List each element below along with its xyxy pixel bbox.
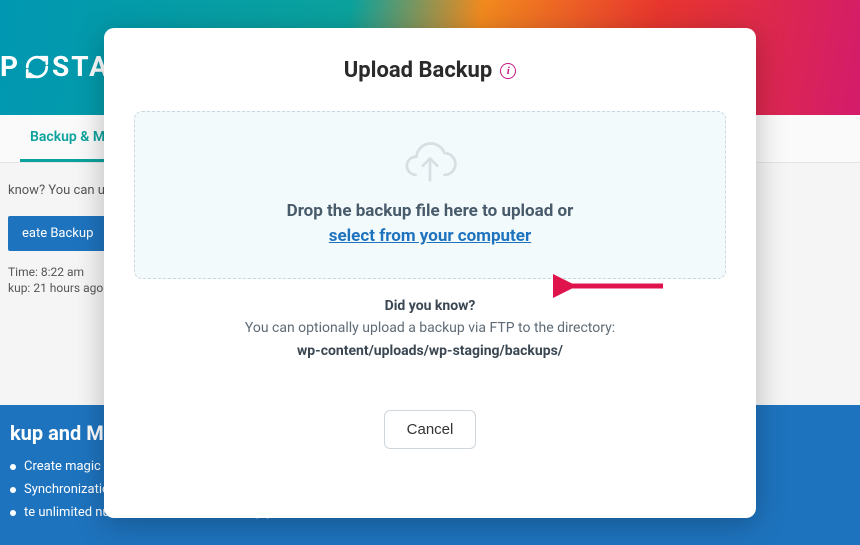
backup-label: kup: [8,281,30,295]
upload-backup-modal: Upload Backup i Drop the backup file her… [104,28,756,518]
refresh-icon [24,54,50,80]
hint-block: Did you know? You can optionally upload … [245,295,615,362]
hint-question: Did you know? [245,295,615,317]
hint-path: wp-content/uploads/wp-staging/backups/ [245,340,615,362]
create-backup-button[interactable]: eate Backup [8,216,107,251]
cloud-upload-icon [401,141,459,187]
backup-value: 21 hours ago ( [33,281,110,295]
modal-title-row: Upload Backup i [344,58,516,83]
logo-letter-p: P [0,50,20,83]
hint-line: You can optionally upload a backup via F… [245,317,615,339]
drop-text-prefix: Drop the backup file here to upload or [287,201,574,221]
logo-text-suffix: STA [52,50,110,83]
info-icon[interactable]: i [500,63,516,79]
upload-dropzone[interactable]: Drop the backup file here to upload or s… [134,111,726,279]
app-logo: P STA [0,50,110,83]
drop-text: Drop the backup file here to upload or s… [287,199,574,250]
cancel-button[interactable]: Cancel [384,410,477,449]
modal-title: Upload Backup [344,58,492,83]
time-value: 8:22 am [41,265,84,279]
select-from-computer-link[interactable]: select from your computer [329,226,531,246]
time-label: Time: [8,265,38,279]
